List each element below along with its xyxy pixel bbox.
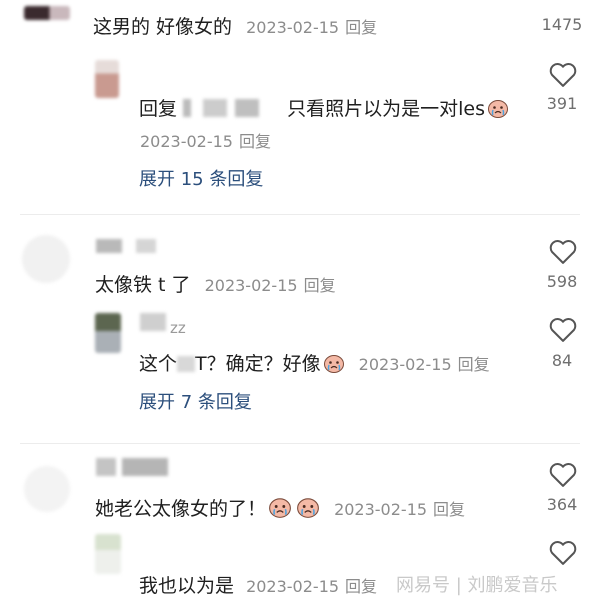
reply-button[interactable]: 回复 xyxy=(433,500,465,519)
comment-1: 这男的 好像女的 2023-02-15 回复 1475 回复 只看照片以为是一对l… xyxy=(0,0,600,215)
reply-button[interactable]: 回复 xyxy=(345,18,377,37)
comment-meta: 2023-02-15 回复 xyxy=(246,18,378,37)
comment-meta: 2023-02-15 回复 xyxy=(334,500,466,519)
username[interactable] xyxy=(96,458,168,476)
mentioned-username[interactable] xyxy=(183,99,282,117)
comment-meta: 2023-02-15 回复 xyxy=(204,276,336,295)
crying-face-emoji xyxy=(323,355,344,373)
avatar[interactable] xyxy=(95,313,121,353)
like-count: 1475 xyxy=(541,15,583,34)
username[interactable] xyxy=(96,239,166,253)
redacted-text xyxy=(177,356,196,372)
reply-meta: 2023-02-15 回复 xyxy=(140,132,271,151)
heart-outline-icon[interactable] xyxy=(548,237,578,265)
reply-button[interactable]: 回复 xyxy=(345,577,377,596)
reply-text: 回复 只看照片以为是一对les xyxy=(139,94,511,121)
expand-replies-link[interactable]: 展开 15 条回复 xyxy=(139,165,263,191)
reply-meta: 2023-02-15 回复 xyxy=(246,577,378,596)
avatar[interactable] xyxy=(24,6,70,20)
avatar[interactable] xyxy=(22,235,70,283)
like-count: 84 xyxy=(551,351,573,370)
avatar[interactable] xyxy=(24,466,70,512)
comment-text: 太像铁 t 了 2023-02-15 回复 xyxy=(95,274,336,296)
crying-face-emoji xyxy=(269,498,291,518)
reply-meta: 2023-02-15 回复 xyxy=(358,355,490,374)
heart-outline-icon[interactable] xyxy=(548,538,578,566)
like-count: 364 xyxy=(546,495,578,514)
avatar[interactable] xyxy=(95,534,121,574)
heart-outline-icon[interactable] xyxy=(548,315,578,343)
comment-2: 太像铁 t 了 2023-02-15 回复 598 zz 这个 T？确定？好像 20… xyxy=(0,215,600,443)
heart-outline-icon[interactable] xyxy=(548,460,578,488)
comment-text: 她老公太像女的了！ 2023-02-15 回复 xyxy=(95,494,465,521)
username-visible-part: zz xyxy=(170,319,186,337)
like-count: 391 xyxy=(546,94,578,113)
crying-face-emoji xyxy=(487,100,508,118)
reply-text: 这个 T？确定？好像 2023-02-15 回复 xyxy=(139,353,490,375)
reply-button[interactable]: 回复 xyxy=(458,355,490,374)
username[interactable] xyxy=(140,313,166,331)
heart-outline-icon[interactable] xyxy=(548,60,578,88)
reply-button[interactable]: 回复 xyxy=(239,132,271,151)
comment-text: 这男的 好像女的 2023-02-15 回复 xyxy=(93,16,378,38)
watermark: 网易号 | 刘鹏爱音乐 xyxy=(396,571,596,599)
like-count: 598 xyxy=(546,272,578,291)
reply-text: 我也以为是 2023-02-15 回复 xyxy=(139,575,378,597)
expand-replies-link[interactable]: 展开 7 条回复 xyxy=(139,388,252,414)
avatar[interactable] xyxy=(95,60,119,98)
reply-button[interactable]: 回复 xyxy=(304,276,336,295)
crying-face-emoji xyxy=(297,498,319,518)
